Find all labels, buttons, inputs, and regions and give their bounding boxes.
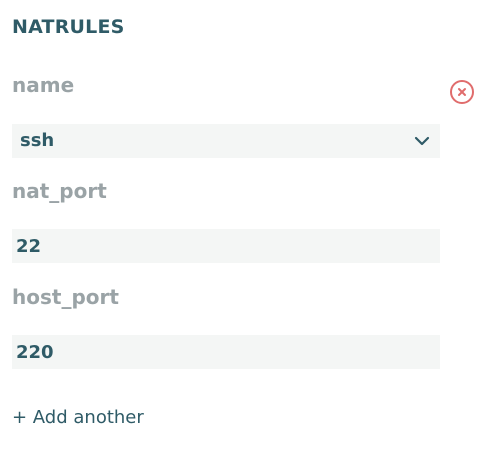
remove-rule-button[interactable] bbox=[450, 80, 474, 104]
host-port-input[interactable] bbox=[12, 335, 440, 369]
close-circle-icon bbox=[458, 88, 466, 96]
nat-port-label: nat_port bbox=[12, 179, 107, 203]
chevron-down-icon bbox=[414, 136, 430, 146]
section-title: NATRULES bbox=[12, 16, 125, 38]
name-label: name bbox=[12, 73, 75, 97]
host-port-label: host_port bbox=[12, 285, 119, 309]
add-another-link[interactable]: + Add another bbox=[12, 406, 144, 430]
name-select[interactable]: ssh bbox=[12, 124, 440, 158]
name-select-value: ssh bbox=[20, 130, 55, 151]
nat-port-input[interactable] bbox=[12, 229, 440, 263]
